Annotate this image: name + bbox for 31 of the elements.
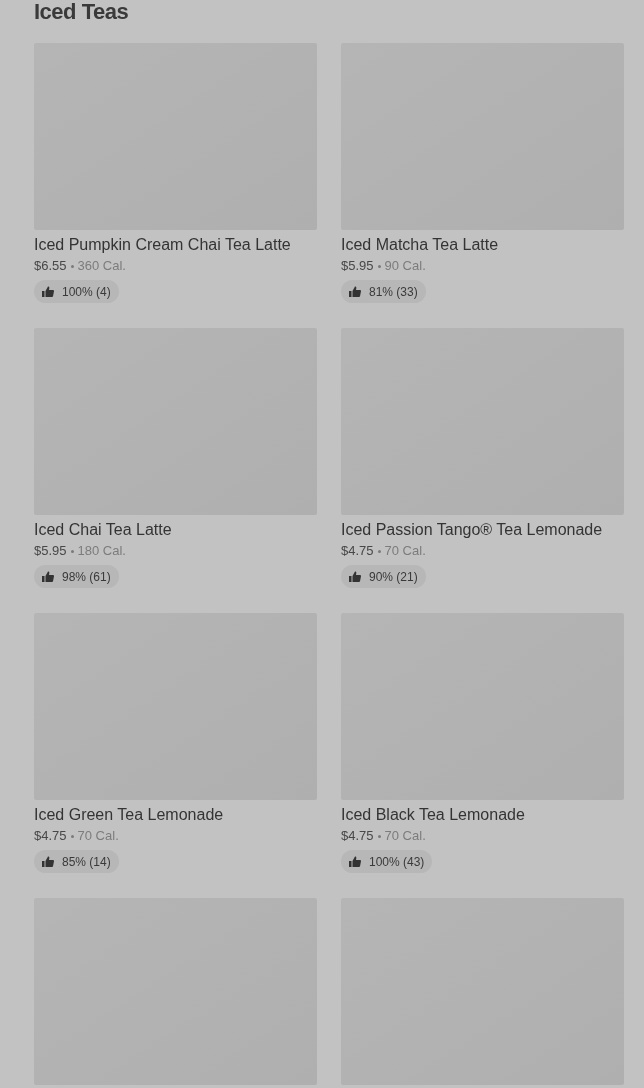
price-text: $6.55: [34, 258, 67, 274]
calories-text: 70 Cal.: [384, 543, 426, 559]
calories-text: 360 Cal.: [77, 258, 126, 274]
item-name: Iced Matcha Tea Latte: [341, 235, 500, 255]
item-name: Iced Passion Tango® Tea Lemonade: [341, 520, 604, 540]
rating-badge: 85% (14): [34, 850, 119, 873]
calories-text: 90 Cal.: [384, 258, 426, 274]
rating-badge: 90% (21): [341, 565, 426, 588]
rating-badge: 81% (33): [341, 280, 426, 303]
item-name: Iced Chai Tea Latte: [34, 520, 173, 540]
thumbs-up-icon: [42, 571, 54, 582]
thumbs-up-icon: [42, 856, 54, 867]
rating-badge: 100% (43): [341, 850, 433, 873]
price-text: $4.75: [341, 543, 374, 559]
calories-text: 70 Cal.: [77, 828, 119, 844]
item-name: Iced Pumpkin Cream Chai Tea Latte: [34, 235, 292, 255]
calories-text: 180 Cal.: [77, 543, 126, 559]
rating-badge: 98% (61): [34, 565, 119, 588]
price-text: $5.95: [34, 543, 67, 559]
thumbs-up-icon: [42, 286, 54, 297]
price-text: $4.75: [34, 828, 67, 844]
item-name: Iced Green Tea Lemonade: [34, 805, 225, 825]
thumbs-up-icon: [349, 856, 361, 867]
section-heading: Iced Teas: [34, 0, 130, 24]
item-name: Iced Black Tea Lemonade: [341, 805, 526, 825]
price-text: $4.75: [341, 828, 374, 844]
calories-text: 70 Cal.: [384, 828, 426, 844]
thumbs-up-icon: [349, 286, 361, 297]
price-text: $5.95: [341, 258, 374, 274]
rating-badge: 100% (4): [34, 280, 119, 303]
thumbs-up-icon: [349, 571, 361, 582]
